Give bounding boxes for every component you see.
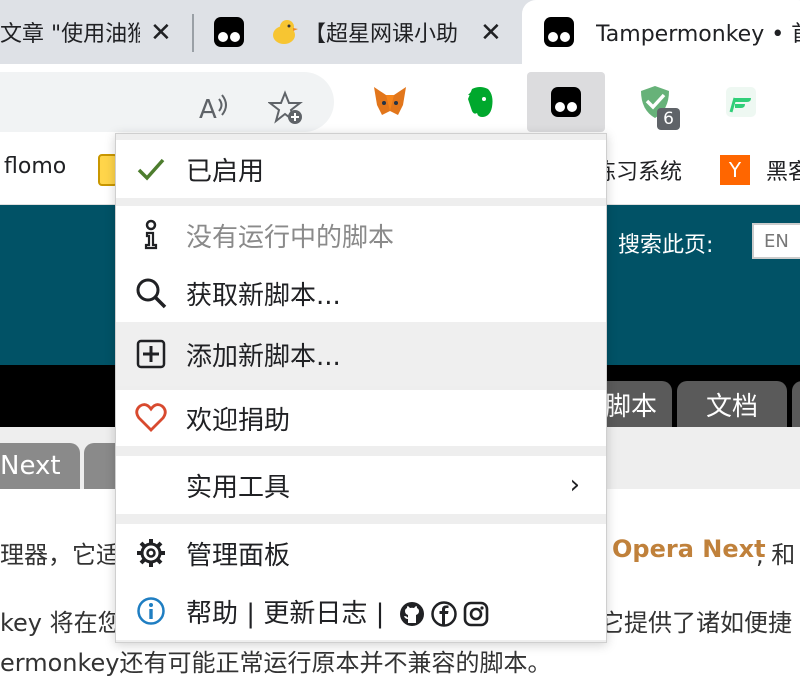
bookmark-practice-system[interactable]: 练习系统 (594, 154, 682, 186)
tab-title: Tampermonkey • 首 (596, 22, 800, 47)
gear-icon (134, 536, 168, 570)
tampermonkey-icon (544, 17, 574, 47)
nav-tab-label: 文档 (705, 391, 758, 422)
menu-item-enabled[interactable]: 已启用 (116, 140, 606, 198)
menu-item-label: 管理面板 (186, 540, 291, 571)
separator: | (375, 598, 385, 629)
bookmark-label: 练习系统 (594, 160, 683, 185)
tab-strip: 文章 "使用油猴 ✕ 【超星网课小助 ✕ Tampermonkey • 首 (0, 0, 800, 64)
bookmark-flomo[interactable]: flomo (4, 154, 66, 179)
help-link[interactable]: 帮助 (186, 599, 238, 629)
tampermonkey-popup-menu: 已启用 没有运行中的脚本 获取新脚本... 添加新脚本... 欢迎捐助 实用工具… (115, 133, 607, 643)
chick-icon (273, 20, 298, 44)
flomo-extension[interactable] (702, 72, 780, 132)
tab-title: 文章 "使用油猴 (0, 22, 140, 47)
separator: | (246, 598, 256, 629)
github-icon[interactable] (399, 601, 425, 627)
menu-item-label: 实用工具 (186, 472, 291, 503)
address-bar[interactable]: A (0, 72, 334, 132)
close-icon[interactable]: ✕ (150, 18, 172, 48)
opera-next-link[interactable]: Opera Next (612, 535, 766, 563)
bookmark-label: 黑客 (766, 160, 800, 185)
text-fragment: , 和 (756, 541, 796, 569)
tab-tampermonkey[interactable]: Tampermonkey • 首 (522, 0, 800, 64)
flomo-icon (726, 87, 756, 117)
browser-tab-label: Next (0, 451, 61, 481)
menu-item-help-row: 帮助 | 更新日志 | (116, 582, 606, 640)
tampermonkey-extension[interactable] (527, 72, 605, 132)
menu-group-dashboard: 管理面板 帮助 | 更新日志 | (116, 524, 606, 640)
info-marker-icon (134, 218, 168, 252)
menu-item-get-new-scripts[interactable]: 获取新脚本... (116, 264, 606, 322)
text-fragment: 它提供了诸如便捷 (600, 609, 792, 637)
menu-item-label: 添加新脚本... (186, 341, 341, 372)
menu-item-dashboard[interactable]: 管理面板 (116, 524, 606, 582)
y-combinator-icon: Y (720, 155, 750, 185)
check-icon (134, 152, 168, 186)
menu-item-label: 欢迎捐助 (186, 405, 291, 436)
svg-text:A: A (199, 95, 217, 125)
tab-article[interactable]: 文章 "使用油猴 ✕ (0, 0, 190, 64)
evernote-elephant-icon (468, 87, 493, 117)
tab-separator (192, 14, 194, 52)
menu-item-label: 获取新脚本... (186, 280, 341, 311)
browser-tab-opera-next[interactable]: Next (0, 443, 80, 489)
search-label: 搜索此页: (618, 233, 714, 258)
bookmark-label: flomo (4, 154, 67, 179)
metamask-fox-icon (374, 87, 406, 115)
close-icon[interactable]: ✕ (480, 18, 502, 48)
chevron-right-icon: › (569, 470, 580, 500)
help-links: 帮助 | 更新日志 | (186, 593, 489, 630)
menu-item-donate[interactable]: 欢迎捐助 (116, 390, 606, 446)
text-fragment: key 将在您 (0, 609, 122, 637)
nav-tab-docs[interactable]: 文档 (677, 381, 787, 427)
tampermonkey-icon (551, 87, 581, 117)
menu-group-donate: 欢迎捐助 (116, 390, 606, 446)
menu-item-no-scripts: 没有运行中的脚本 (116, 206, 606, 264)
menu-item-utilities[interactable]: 实用工具 › (116, 456, 606, 514)
search-icon (134, 276, 168, 310)
metamask-extension[interactable] (351, 72, 429, 132)
bookmark-hacker[interactable]: Y 黑客 (720, 154, 800, 186)
menu-group-utilities: 实用工具 › (116, 456, 606, 514)
facebook-icon[interactable] (430, 601, 457, 627)
social-links (399, 601, 489, 627)
add-favorite-icon[interactable] (268, 90, 304, 126)
instagram-icon[interactable] (463, 601, 489, 627)
menu-group-scripts: 没有运行中的脚本 获取新脚本... 添加新脚本... (116, 206, 606, 386)
read-aloud-icon[interactable]: A (196, 90, 232, 126)
nav-tab-more[interactable] (792, 381, 800, 427)
menu-group-status: 已启用 (116, 140, 606, 198)
tampermonkey-icon (214, 17, 244, 47)
tab-title: 【超星网课小助 (304, 22, 459, 47)
menu-item-label: 已启用 (186, 156, 265, 187)
tab-chaoxing[interactable]: 【超星网课小助 ✕ (200, 0, 510, 64)
evernote-extension[interactable] (441, 72, 519, 132)
search-input[interactable] (752, 223, 800, 259)
plus-square-icon (134, 337, 168, 371)
blocked-count-badge: 6 (657, 108, 680, 130)
intro-line-1: 理器，它适 Opera Next , 和 (0, 535, 795, 570)
intro-line-2: key 将在您 它提供了诸如便捷 (0, 603, 792, 638)
heart-icon (134, 401, 168, 435)
changelog-link[interactable]: 更新日志 (263, 599, 367, 629)
browser-toolbar: A 6 (0, 64, 800, 140)
adguard-extension[interactable]: 6 (616, 72, 694, 132)
text-fragment: 理器，它适 (0, 541, 120, 569)
menu-item-label: 没有运行中的脚本 (186, 222, 395, 253)
menu-item-add-new-script[interactable]: 添加新脚本... (116, 322, 606, 386)
info-icon (134, 594, 168, 628)
